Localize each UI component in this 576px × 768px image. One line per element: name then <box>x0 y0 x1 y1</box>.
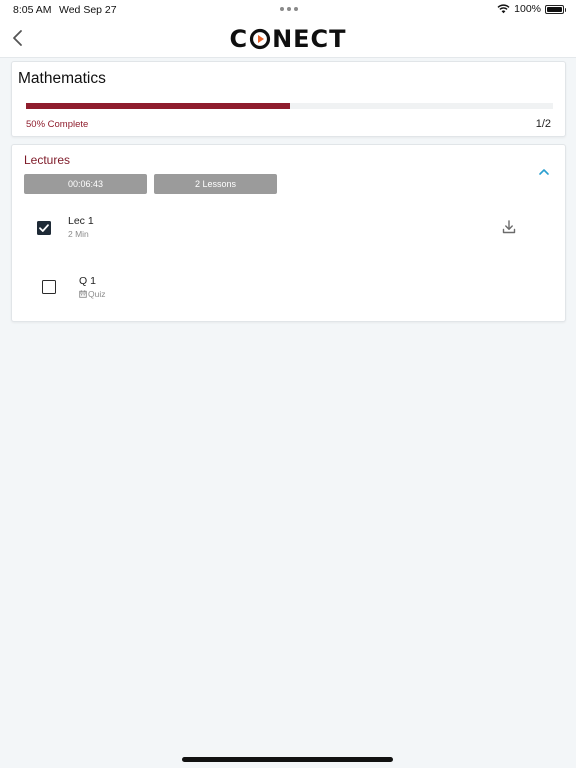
status-right: 100% <box>497 3 566 15</box>
quiz-item[interactable]: Q 1 Quiz <box>12 267 565 317</box>
section-title: Lectures <box>24 153 71 167</box>
progress-bar <box>26 103 553 109</box>
lesson-checkbox[interactable] <box>37 221 51 235</box>
quiz-checkbox[interactable] <box>42 280 56 294</box>
quiz-type-label: Quiz <box>88 289 106 299</box>
battery-icon <box>545 4 566 14</box>
quiz-type: Quiz <box>79 289 105 299</box>
lesson-duration: 2 Min <box>68 229 89 239</box>
calendar-icon <box>79 290 87 298</box>
checkmark-icon <box>39 224 49 232</box>
multitask-dots-icon[interactable] <box>280 7 298 11</box>
wifi-icon <box>497 4 510 14</box>
lessons-badge: 2 Lessons <box>154 174 277 194</box>
nav-bar: C NECT <box>0 20 576 58</box>
download-button[interactable] <box>501 219 517 235</box>
status-time: 8:05 AM <box>13 4 52 16</box>
lesson-title: Lec 1 <box>68 215 94 227</box>
app-logo: C NECT <box>0 25 576 53</box>
logo-text-left: C <box>229 25 249 53</box>
progress-label: 50% Complete <box>26 119 89 130</box>
progress-count: 1/2 <box>535 118 551 130</box>
battery-percent: 100% <box>514 3 541 15</box>
duration-badge: 00:06:43 <box>24 174 147 194</box>
chevron-up-icon <box>539 169 549 175</box>
download-icon <box>502 220 516 234</box>
progress-fill <box>26 103 290 109</box>
home-indicator[interactable] <box>182 757 393 762</box>
quiz-title: Q 1 <box>79 275 96 287</box>
lectures-card: Lectures 00:06:43 2 Lessons Lec 1 2 Min … <box>11 144 566 322</box>
course-progress-card: Mathematics 50% Complete 1/2 <box>11 61 566 137</box>
status-bar: 8:05 AM Wed Sep 27 100% <box>0 0 576 20</box>
course-title: Mathematics <box>18 70 106 87</box>
lesson-item[interactable]: Lec 1 2 Min <box>12 207 565 257</box>
logo-text-right: NECT <box>272 25 347 53</box>
logo-play-icon <box>249 28 271 50</box>
collapse-button[interactable] <box>537 165 551 179</box>
status-date: Wed Sep 27 <box>59 4 117 16</box>
